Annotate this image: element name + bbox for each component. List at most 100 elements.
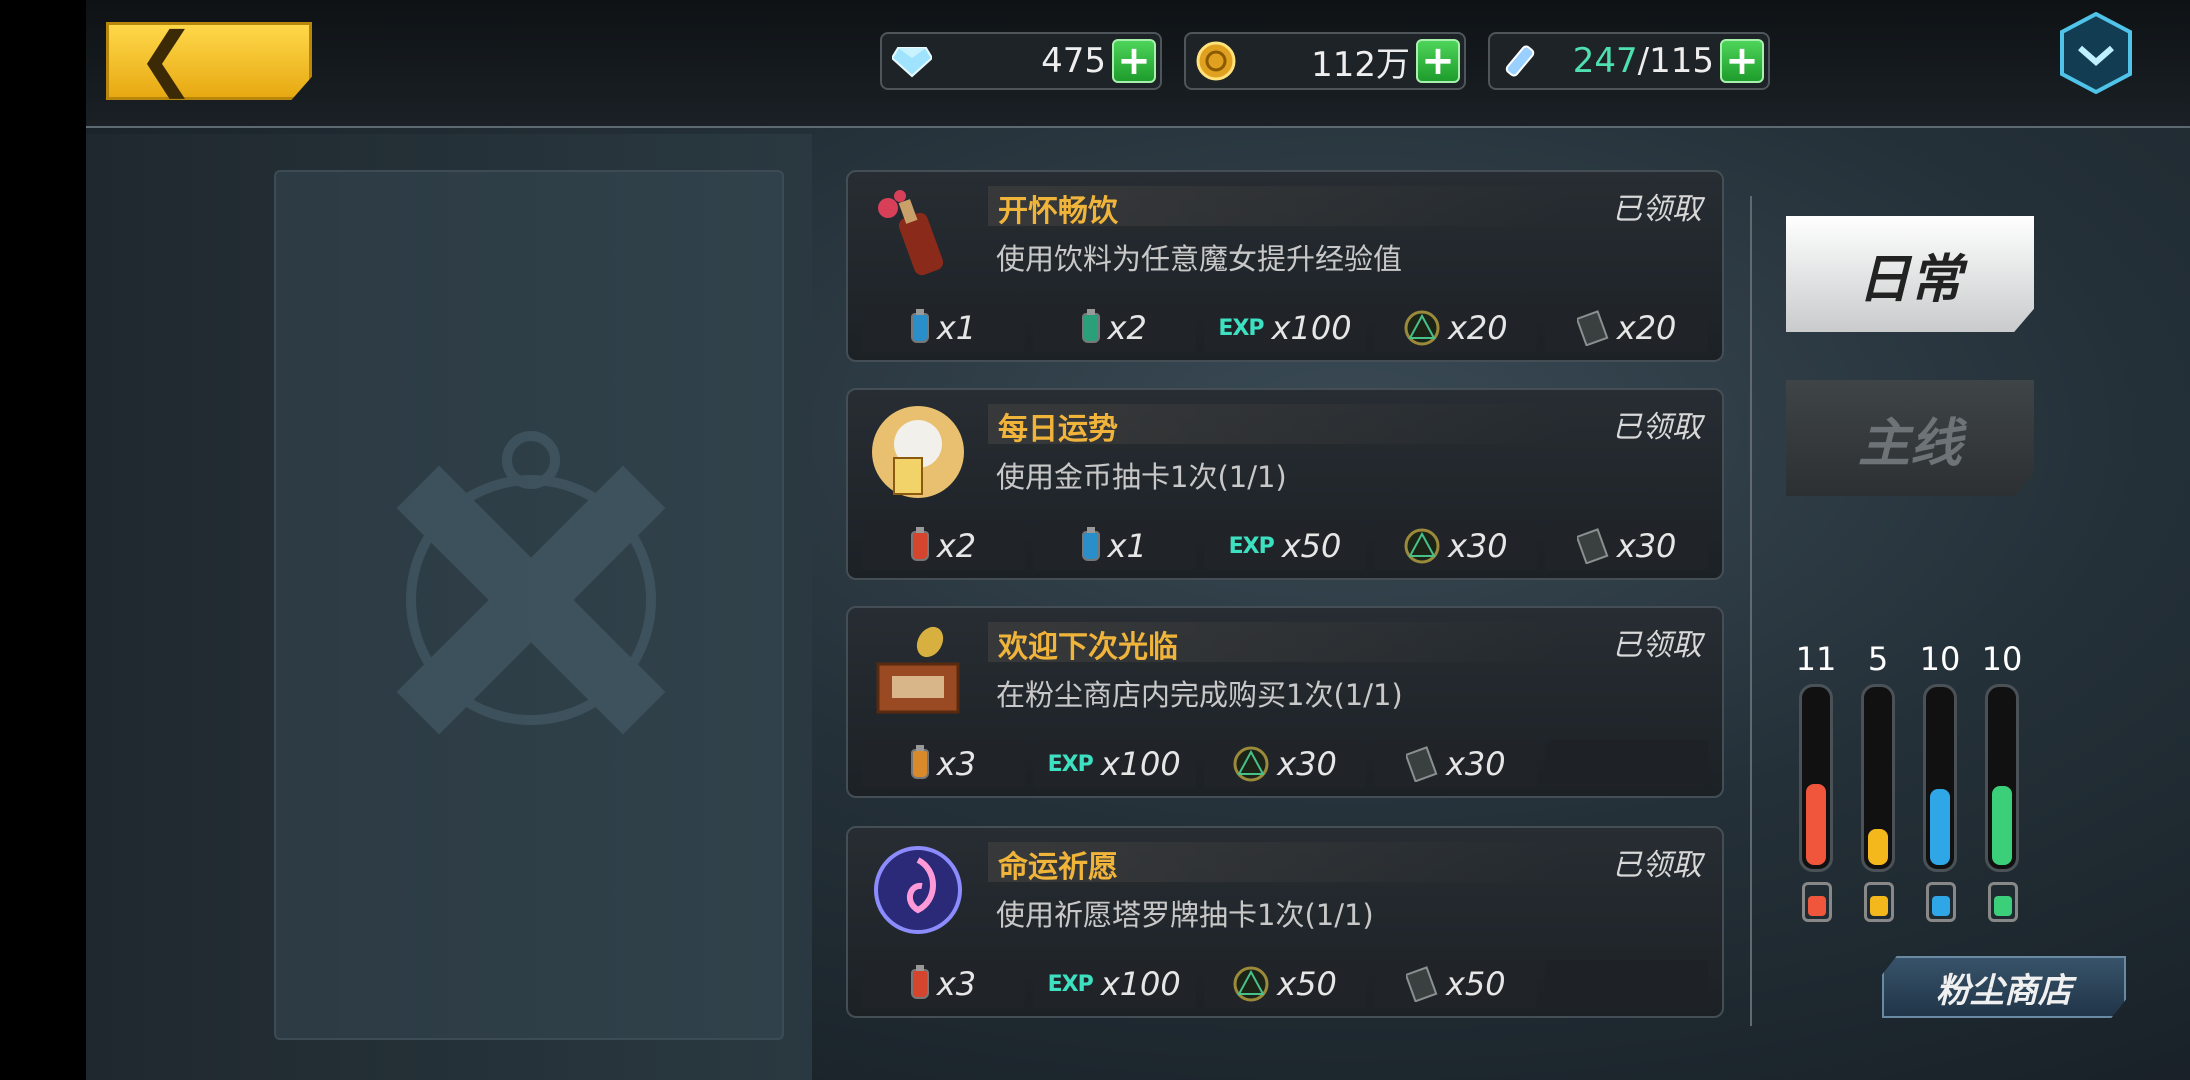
reward-amount: x2 [1107, 309, 1147, 347]
dust-jar-icon [1864, 882, 1894, 922]
reward-slot-empty [1545, 960, 1708, 1008]
rune-coin-icon [1404, 528, 1440, 564]
quest-status: 已领取 [1612, 192, 1702, 227]
reward-item: x30 [1374, 522, 1538, 570]
reward-row: x3 EXP x100 x30 x30 [862, 740, 1708, 788]
reward-item: x50 [1374, 960, 1538, 1008]
dust-shop-button[interactable]: 粉尘商店 [1882, 956, 2126, 1018]
add-gold-button[interactable]: + [1416, 39, 1460, 83]
rune-coin-icon [1404, 310, 1440, 346]
dust-jar-icon [1926, 882, 1956, 922]
reward-row: x2 x1 EXP x50 x30 x30 [862, 522, 1708, 570]
gauge-value: 10 [1981, 640, 2023, 678]
dust-gauge: 10 [1920, 640, 1960, 922]
emblem-watermark-icon [331, 400, 731, 800]
menu-dropdown-button[interactable] [2060, 11, 2132, 95]
dust-gauge: 5 [1858, 640, 1898, 922]
tarot-orb-icon [868, 840, 968, 940]
reward-amount: x30 [1277, 745, 1337, 783]
reward-row: x1 x2 EXP x100 x20 x20 [862, 304, 1708, 352]
reward-amount: x50 [1277, 965, 1337, 1003]
reward-item: x1 [862, 304, 1025, 352]
reward-item: EXP x50 [1203, 522, 1367, 570]
quest-description: 使用祈愿塔罗牌抽卡1次(1/1) [996, 898, 1374, 932]
quest-status: 已领取 [1612, 848, 1702, 883]
quest-description: 使用饮料为任意魔女提升经验值 [996, 242, 1403, 276]
exp-icon: EXP [1047, 751, 1094, 777]
add-stamina-button[interactable]: + [1720, 39, 1764, 83]
quest-title: 欢迎下次光临 [988, 622, 1568, 665]
reward-amount: x3 [936, 965, 977, 1003]
tab-daily[interactable]: 日常 [1786, 216, 2034, 332]
quest-description: 使用金币抽卡1次(1/1) [996, 460, 1287, 494]
reward-row: x3 EXP x100 x50 x50 [862, 960, 1708, 1008]
exp-icon: EXP [1228, 533, 1275, 559]
tab-main[interactable]: 主线 [1786, 380, 2034, 496]
reward-amount: x20 [1616, 309, 1677, 347]
reward-item: EXP x100 [1203, 304, 1367, 352]
stamina-counter: 247/115 + [1488, 32, 1770, 90]
reward-item: x30 [1545, 522, 1708, 570]
stamina-current: 247 [1572, 41, 1638, 81]
exp-icon: EXP [1047, 971, 1094, 997]
gauge-fill [1806, 784, 1826, 865]
gauge-tube [1799, 684, 1833, 872]
green-bottle-icon [1081, 309, 1100, 343]
dust-gauge: 10 [1982, 640, 2022, 922]
gauge-tube [1923, 684, 1957, 872]
stamina-vial-icon [1496, 37, 1544, 85]
reward-amount: x50 [1281, 527, 1342, 565]
reward-item: x2 [1032, 304, 1196, 352]
card-icon [1405, 966, 1438, 1002]
donation-box-icon [868, 620, 968, 720]
reward-amount: x50 [1445, 965, 1506, 1003]
stamina-max: /115 [1637, 41, 1714, 81]
add-diamonds-button[interactable]: + [1112, 39, 1156, 83]
chevron-left-icon: ❮ [137, 17, 196, 99]
reward-item: x3 [862, 960, 1025, 1008]
card-icon [1576, 310, 1609, 346]
blue-bottle-icon [910, 309, 929, 343]
game-screen: ❮ 475 + 112万 + 247/115 + 开怀畅饮 已领取 使用饮料为任… [86, 0, 2190, 1080]
stamina-value: 247/115 [1544, 41, 1720, 81]
quest-card[interactable]: 开怀畅饮 已领取 使用饮料为任意魔女提升经验值 x1 x2 EXP x100 x20 x20 [846, 170, 1724, 362]
gauge-fill [1868, 829, 1888, 865]
chevron-down-icon [2060, 11, 2132, 95]
red-bottle-icon [910, 965, 929, 999]
quest-card[interactable]: 每日运势 已领取 使用金币抽卡1次(1/1) x2 x1 EXP x50 x30 x30 [846, 388, 1724, 580]
gauge-value: 10 [1919, 640, 1961, 678]
divider [1750, 196, 1752, 1026]
dust-jar-icon [1988, 882, 2018, 922]
quest-card[interactable]: 命运祈愿 已领取使用祈愿塔罗牌抽卡1次(1/1) x3 EXP x100 x50 x50 [846, 826, 1724, 1018]
reward-amount: x30 [1445, 745, 1506, 783]
reward-item: x2 [862, 522, 1025, 570]
reward-amount: x100 [1100, 745, 1181, 783]
gauge-value: 11 [1795, 640, 1837, 678]
gauge-fill [1992, 786, 2012, 865]
reward-amount: x2 [936, 527, 977, 565]
quest-card[interactable]: 欢迎下次光临 已领取 在粉尘商店内完成购买1次(1/1) x3 EXP x100 x30 x3… [846, 606, 1724, 798]
reward-item: EXP x100 [1032, 960, 1196, 1008]
blue-bottle-icon [1081, 527, 1100, 561]
reward-item: EXP x100 [1032, 740, 1196, 788]
reward-item: x30 [1374, 740, 1538, 788]
reward-item: x20 [1374, 304, 1538, 352]
back-button[interactable]: ❮ [106, 22, 312, 100]
rune-coin-icon [1233, 966, 1269, 1002]
reward-amount: x30 [1616, 527, 1677, 565]
quest-title: 命运祈愿 [988, 842, 1568, 885]
gold-value: 112万 [1311, 44, 1410, 85]
reward-amount: x30 [1447, 527, 1508, 565]
reward-item: x50 [1203, 960, 1367, 1008]
potion-bottle-icon [868, 184, 968, 284]
dust-jar-icon [1802, 882, 1832, 922]
gold-counter: 112万 + [1184, 32, 1466, 90]
gauge-fill [1930, 789, 1950, 865]
reward-amount: x100 [1271, 309, 1352, 347]
gauge-tube [1861, 684, 1895, 872]
reward-amount: x1 [1107, 527, 1147, 565]
reward-amount: x100 [1100, 965, 1181, 1003]
gauge-tube [1985, 684, 2019, 872]
reward-item: x30 [1203, 740, 1367, 788]
gauge-value: 5 [1867, 640, 1889, 678]
